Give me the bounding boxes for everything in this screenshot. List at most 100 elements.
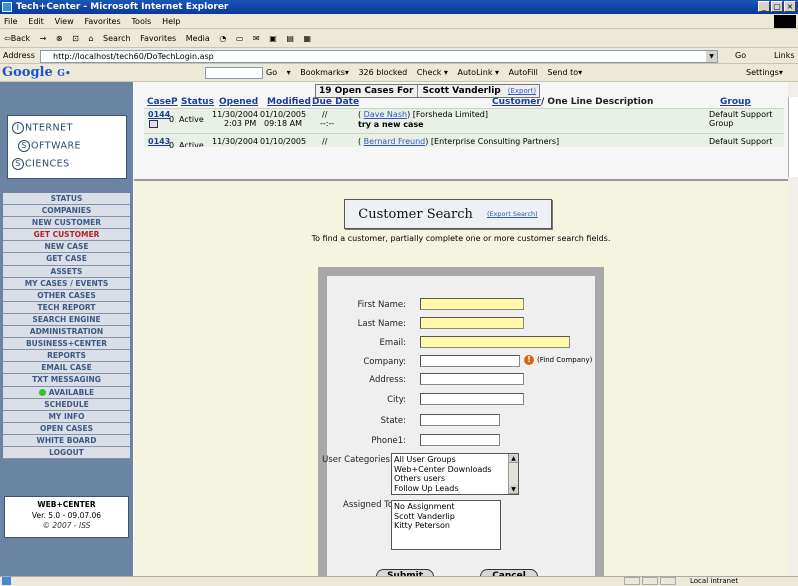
sidebar-item-txt-messaging[interactable]: TXT MESSAGING bbox=[3, 374, 130, 387]
mail-button[interactable]: ▭ bbox=[236, 34, 244, 43]
autolink-button[interactable]: AutoLink ▾ bbox=[458, 68, 500, 77]
sidebar-item-white-board[interactable]: WHITE BOARD bbox=[3, 434, 130, 447]
google-dropdown-icon[interactable]: ▾ bbox=[287, 68, 291, 77]
logo-initial-1: I bbox=[12, 122, 24, 134]
menu-view[interactable]: View bbox=[55, 17, 74, 26]
col-opened[interactable]: Opened bbox=[219, 97, 258, 108]
google-search-input[interactable] bbox=[205, 67, 263, 79]
google-go-button[interactable]: Go bbox=[266, 68, 277, 77]
city-field[interactable] bbox=[420, 393, 524, 405]
case-link-0144[interactable]: 0144 bbox=[148, 110, 170, 119]
sidebar-item-companies[interactable]: COMPANIES bbox=[3, 205, 130, 218]
list-item[interactable]: Scott Vanderlip bbox=[394, 512, 498, 522]
discuss-button[interactable]: ▤ bbox=[286, 34, 294, 43]
search-button[interactable]: Search bbox=[103, 34, 130, 43]
history-button[interactable]: ◔ bbox=[219, 34, 226, 43]
export-search-link[interactable]: (Export Search) bbox=[487, 210, 538, 218]
col-modified[interactable]: Modified bbox=[267, 97, 311, 108]
google-logo[interactable]: Google G• bbox=[2, 64, 71, 83]
page-title: Customer Search bbox=[358, 206, 473, 222]
sidebar-item-reports[interactable]: REPORTS bbox=[3, 350, 130, 363]
sidebar-item-my-cases[interactable]: MY CASES / EVENTS bbox=[3, 277, 130, 290]
customer-link[interactable]: Dave Nash bbox=[364, 110, 407, 119]
go-button[interactable]: Go bbox=[735, 48, 746, 64]
list-item[interactable]: Others users bbox=[394, 474, 516, 484]
phone-field[interactable] bbox=[420, 434, 500, 446]
sidebar-item-logout[interactable]: LOGOUT bbox=[3, 446, 130, 460]
state-field[interactable] bbox=[420, 414, 500, 426]
scroll-up-icon[interactable]: ▲ bbox=[509, 454, 518, 463]
sidebar-item-available[interactable]: AVAILABLE bbox=[3, 386, 130, 399]
check-button[interactable]: Check ▾ bbox=[417, 68, 448, 77]
list-item[interactable]: Follow Up Leads bbox=[394, 484, 516, 494]
links-button[interactable]: Links bbox=[774, 48, 795, 64]
sidebar-item-business-center[interactable]: BUSINESS+CENTER bbox=[3, 338, 130, 351]
case-link-0143[interactable]: 0143 bbox=[148, 137, 170, 146]
home-button[interactable]: ⌂ bbox=[88, 34, 93, 43]
list-item[interactable]: No Assignment bbox=[394, 502, 498, 512]
cases-scrollbar[interactable] bbox=[788, 97, 798, 177]
sidebar-item-my-info[interactable]: MY INFO bbox=[3, 410, 130, 423]
messenger-button[interactable]: ▦ bbox=[303, 34, 311, 43]
find-company-button[interactable]: ! (Find Company) bbox=[524, 355, 592, 365]
settings-button[interactable]: Settings▾ bbox=[746, 64, 783, 82]
company-field[interactable] bbox=[420, 355, 520, 367]
list-item[interactable]: Kitty Peterson bbox=[394, 521, 498, 531]
export-cases-link[interactable]: (Export) bbox=[508, 85, 536, 97]
email-field[interactable] bbox=[420, 336, 570, 348]
sidebar-item-new-customer[interactable]: NEW CUSTOMER bbox=[3, 217, 130, 230]
first-name-field[interactable] bbox=[420, 298, 524, 310]
menu-help[interactable]: Help bbox=[162, 17, 180, 26]
sidebar-item-open-cases[interactable]: OPEN CASES bbox=[3, 422, 130, 435]
sidebar-item-schedule[interactable]: SCHEDULE bbox=[3, 398, 130, 411]
col-group[interactable]: Group bbox=[720, 97, 751, 108]
sidebar-item-get-customer[interactable]: GET CUSTOMER bbox=[3, 229, 130, 242]
sidebar-item-tech-report[interactable]: TECH REPORT bbox=[3, 301, 130, 314]
address-dropdown-icon[interactable]: ▼ bbox=[706, 51, 717, 62]
sidebar-item-administration[interactable]: ADMINISTRATION bbox=[3, 326, 130, 339]
assigned-to-list[interactable]: No Assignment Scott Vanderlip Kitty Pete… bbox=[391, 500, 501, 550]
col-case[interactable]: Case bbox=[147, 97, 171, 108]
autofill-button[interactable]: AutoFill bbox=[509, 68, 538, 77]
menu-edit[interactable]: Edit bbox=[28, 17, 44, 26]
media-button[interactable]: Media bbox=[186, 34, 210, 43]
edit-button[interactable]: ▣ bbox=[269, 34, 277, 43]
bookmarks-button[interactable]: Bookmarks▾ bbox=[300, 68, 349, 77]
address-input[interactable]: http://localhost/tech60/DoTechLogin.asp bbox=[40, 50, 718, 63]
scroll-down-icon[interactable]: ▼ bbox=[509, 485, 518, 494]
list-item[interactable]: All User Groups bbox=[394, 455, 516, 465]
user-categories-list[interactable]: All User Groups Web+Center Downloads Oth… bbox=[391, 453, 519, 495]
address-field[interactable] bbox=[420, 373, 524, 385]
sidebar-item-status[interactable]: STATUS bbox=[3, 193, 130, 206]
forward-button[interactable]: → bbox=[40, 34, 47, 43]
sidebar-item-email-case[interactable]: EMAIL CASE bbox=[3, 362, 130, 375]
minimize-button[interactable]: _ bbox=[758, 1, 770, 12]
favorites-button[interactable]: Favorites bbox=[140, 34, 176, 43]
col-customer[interactable]: Customer bbox=[492, 97, 541, 108]
customer-link[interactable]: Bernard Freund bbox=[364, 137, 426, 146]
list-item[interactable]: Web+Center Downloads bbox=[394, 465, 516, 475]
list-scrollbar[interactable]: ▲ ▼ bbox=[508, 454, 518, 494]
popup-blocked-button[interactable]: 326 blocked bbox=[358, 68, 407, 77]
menu-favorites[interactable]: Favorites bbox=[85, 17, 121, 26]
stop-button[interactable]: ⊗ bbox=[56, 34, 63, 43]
sendto-button[interactable]: Send to▾ bbox=[547, 68, 582, 77]
close-button[interactable]: × bbox=[784, 1, 796, 12]
sidebar-item-get-case[interactable]: GET CASE bbox=[3, 253, 130, 266]
menu-tools[interactable]: Tools bbox=[132, 17, 152, 26]
col-status[interactable]: Status bbox=[181, 97, 214, 108]
col-due-date[interactable]: Due Date bbox=[312, 97, 359, 108]
print-button[interactable]: ✉ bbox=[253, 34, 260, 43]
menu-file[interactable]: File bbox=[4, 17, 17, 26]
sidebar-item-search-engine[interactable]: SEARCH ENGINE bbox=[3, 313, 130, 327]
case-window-icon[interactable] bbox=[149, 120, 158, 128]
sidebar-item-other-cases[interactable]: OTHER CASES bbox=[3, 289, 130, 302]
last-name-field[interactable] bbox=[420, 317, 524, 329]
col-priority[interactable]: P bbox=[171, 97, 178, 108]
refresh-button[interactable]: ⊡ bbox=[72, 34, 79, 43]
google-g-menu[interactable]: G• bbox=[57, 69, 70, 79]
sidebar-item-assets[interactable]: ASSETS bbox=[3, 265, 130, 278]
sidebar-item-new-case[interactable]: NEW CASE bbox=[3, 241, 130, 254]
maximize-button[interactable]: ▢ bbox=[771, 1, 783, 12]
back-button[interactable]: ⇦Back bbox=[4, 34, 30, 43]
